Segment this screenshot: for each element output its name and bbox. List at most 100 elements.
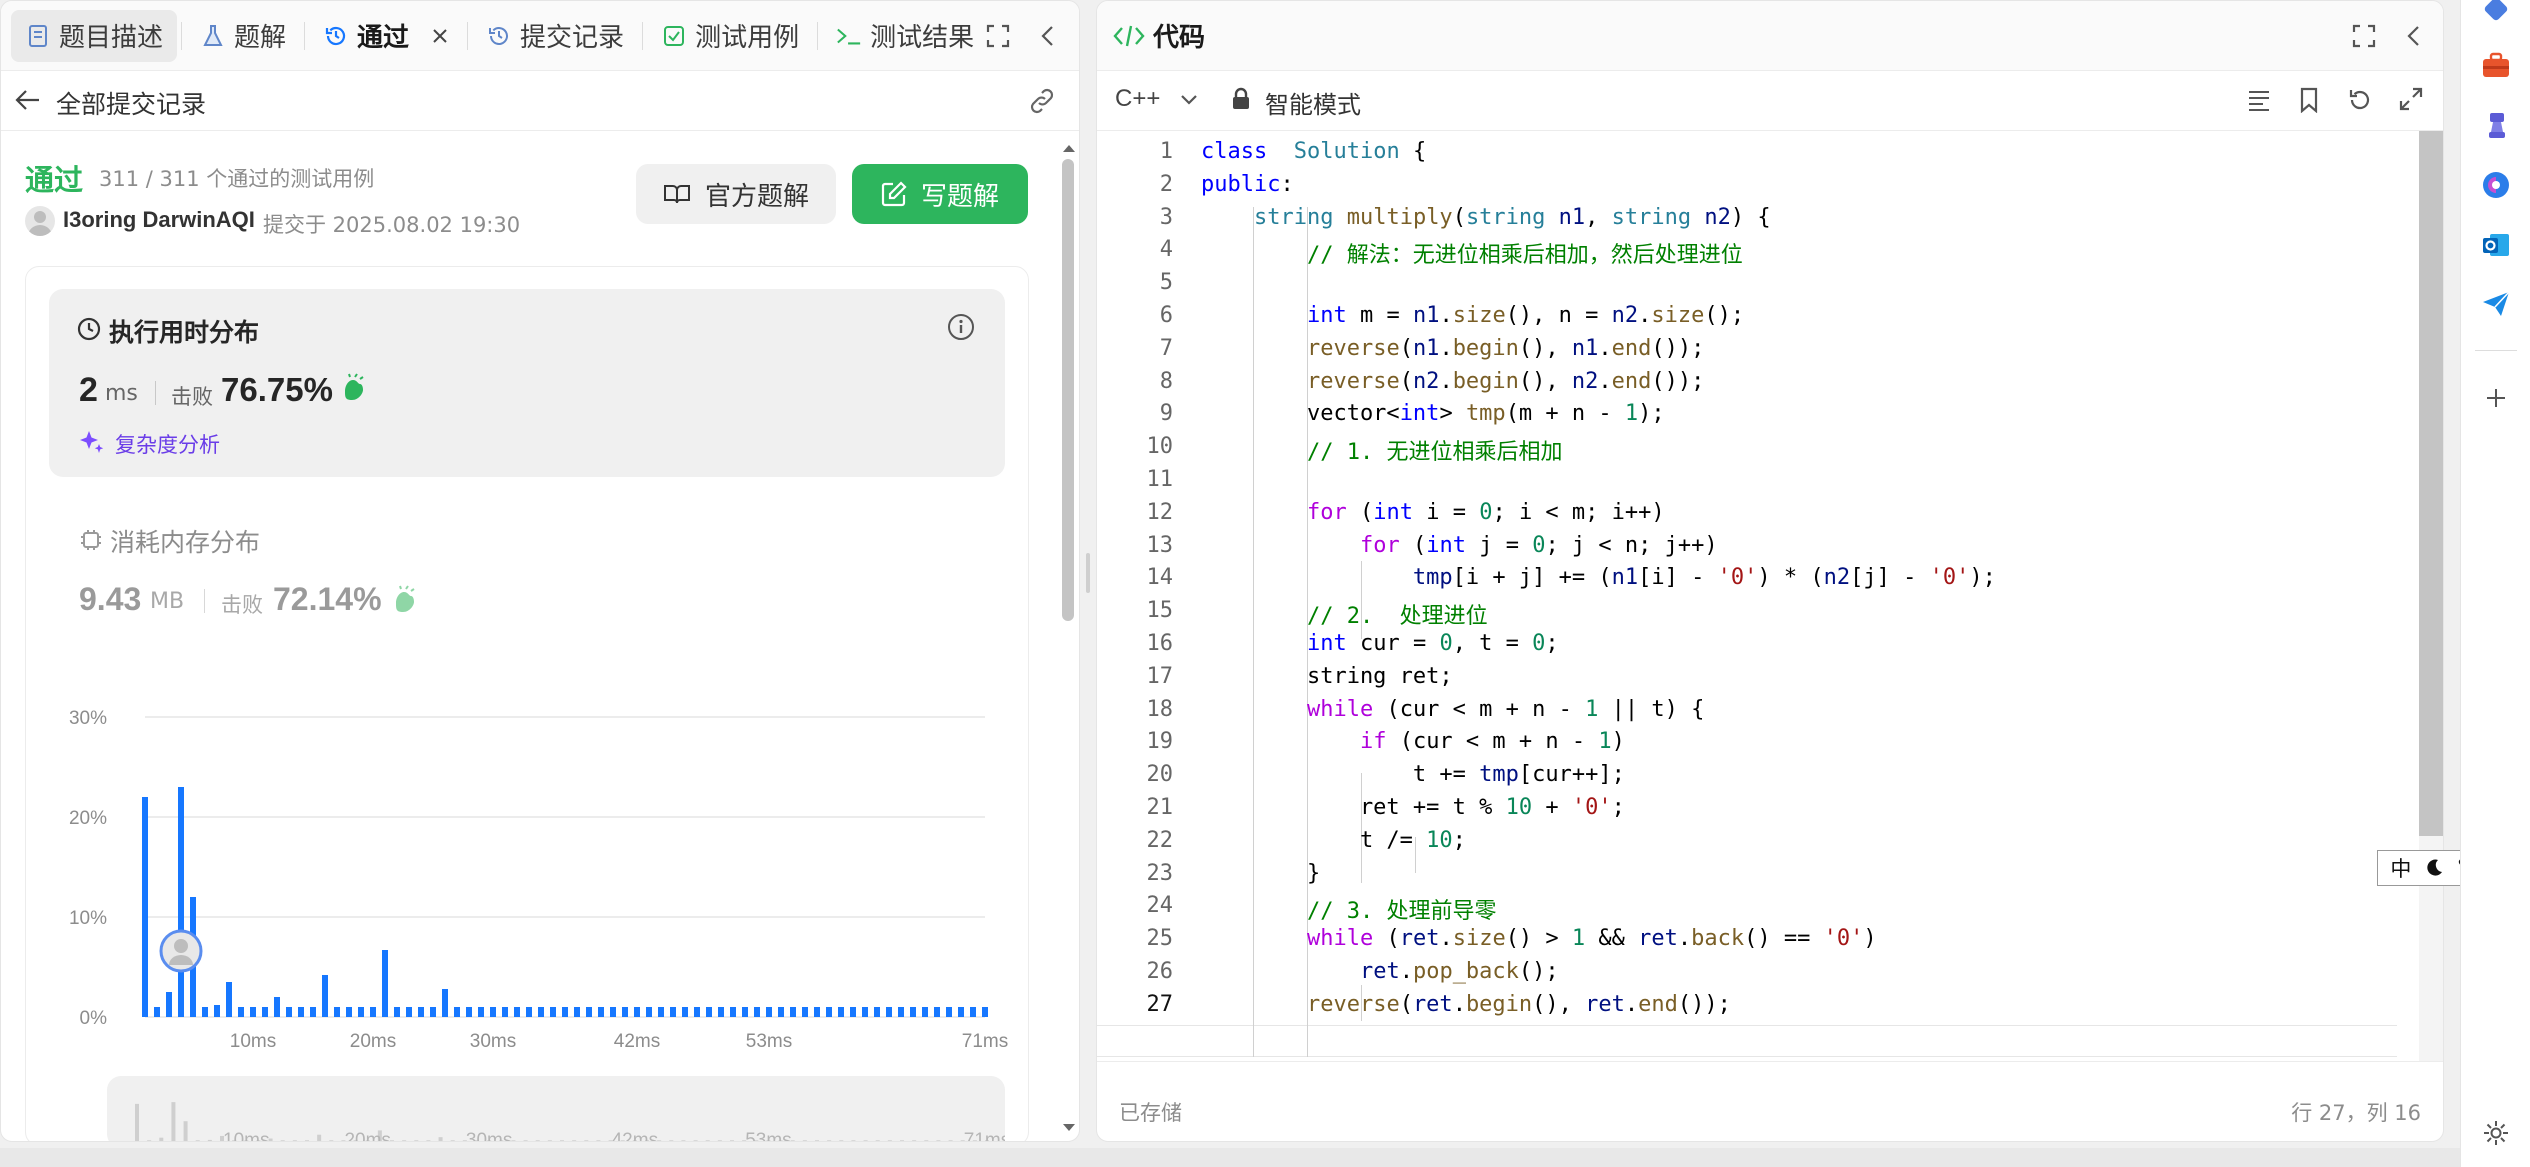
write-solution-button[interactable]: 写题解 <box>852 164 1028 224</box>
smart-mode-toggle[interactable]: 智能模式 <box>1265 85 1361 120</box>
line-number[interactable]: 3 <box>1097 205 1173 230</box>
code-line[interactable]: public: <box>1201 172 1294 197</box>
chart-bar[interactable] <box>178 787 184 1017</box>
code-line[interactable]: t /= 10; <box>1201 828 1466 853</box>
line-number[interactable]: 11 <box>1097 467 1174 492</box>
chart-bar[interactable] <box>634 1007 640 1017</box>
tab-description[interactable]: 题目描述 <box>11 9 178 62</box>
info-icon[interactable] <box>947 313 975 345</box>
chart-bar[interactable] <box>718 1007 724 1017</box>
chart-bar[interactable] <box>250 1007 256 1017</box>
chart-bar[interactable] <box>502 1007 508 1017</box>
chart-bar[interactable] <box>454 1007 460 1017</box>
chart-bar[interactable] <box>538 1007 544 1017</box>
chart-bar[interactable] <box>418 1007 424 1017</box>
left-scrollbar-thumb[interactable] <box>1062 159 1074 621</box>
chart-bar[interactable] <box>466 1007 472 1017</box>
chart-bar[interactable] <box>766 1007 772 1017</box>
chart-bar[interactable] <box>550 1007 556 1017</box>
briefcase-icon[interactable] <box>2481 52 2511 84</box>
chart-bar[interactable] <box>622 1007 628 1017</box>
reset-icon[interactable] <box>2347 87 2373 117</box>
chart-bar[interactable] <box>154 1007 160 1017</box>
chevron-down-icon[interactable] <box>1179 89 1199 113</box>
chart-bar[interactable] <box>526 1007 532 1017</box>
bookmark-icon[interactable] <box>2299 87 2319 117</box>
chart-bar[interactable] <box>574 1007 580 1017</box>
chart-bar[interactable] <box>958 1007 964 1017</box>
code-line[interactable]: class Solution { <box>1201 139 1426 164</box>
code-line[interactable]: string multiply(string n1, string n2) { <box>1201 205 1771 230</box>
line-number[interactable]: 13 <box>1097 533 1174 558</box>
code-line[interactable]: ret.pop_back(); <box>1201 959 1559 984</box>
chart-bar[interactable] <box>826 1007 832 1017</box>
add-icon[interactable] <box>2484 386 2508 414</box>
chart-bar[interactable] <box>598 1007 604 1017</box>
ime-language[interactable]: 中 <box>2390 853 2411 883</box>
line-number[interactable]: 27 <box>1097 992 1174 1017</box>
chart-bar[interactable] <box>586 1007 592 1017</box>
code-line[interactable]: for (int j = 0; j < n; j++) <box>1201 533 1718 558</box>
chart-bar[interactable] <box>202 1007 208 1017</box>
chart-bar[interactable] <box>238 1007 244 1017</box>
code-line[interactable]: // 解法：无进位相乘后相加，然后处理进位 <box>1201 237 1743 269</box>
collapse-chevron-icon[interactable] <box>2397 19 2431 53</box>
official-solution-button[interactable]: 官方题解 <box>636 164 836 224</box>
all-submissions-link[interactable]: 全部提交记录 <box>56 85 206 121</box>
code-line[interactable]: reverse(n2.begin(), n2.end()); <box>1201 369 1704 394</box>
tab-solution[interactable]: 题解 <box>186 10 300 62</box>
fullscreen-icon[interactable] <box>981 19 1015 53</box>
line-number[interactable]: 2 <box>1097 172 1173 197</box>
chart-bar[interactable] <box>754 1007 760 1017</box>
code-line[interactable]: } <box>1201 861 1320 886</box>
tab-submissions[interactable]: 提交记录 <box>472 10 638 62</box>
code-line[interactable]: string ret; <box>1201 664 1453 689</box>
code-line[interactable]: if (cur < m + n - 1) <box>1201 729 1625 754</box>
chart-bar[interactable] <box>910 1007 916 1017</box>
chart-bar[interactable] <box>934 1007 940 1017</box>
chart-bar[interactable] <box>898 1007 904 1017</box>
chart-bar[interactable] <box>346 1007 352 1017</box>
line-number[interactable]: 17 <box>1097 664 1174 689</box>
chart-bar[interactable] <box>334 1007 340 1017</box>
tab-testcases[interactable]: 测试用例 <box>647 10 813 62</box>
chart-bar[interactable] <box>790 1007 796 1017</box>
line-number[interactable]: 14 <box>1097 565 1174 590</box>
scroll-down-arrow[interactable] <box>1061 1119 1077 1138</box>
chart-bar[interactable] <box>946 1007 952 1017</box>
code-line[interactable]: vector<int> tmp(m + n - 1); <box>1201 401 1678 426</box>
chart-bar[interactable] <box>514 1007 520 1017</box>
line-number[interactable]: 12 <box>1097 500 1174 525</box>
chart-bar[interactable] <box>274 997 280 1017</box>
chart-bar[interactable] <box>394 1007 400 1017</box>
line-number[interactable]: 6 <box>1097 303 1173 328</box>
line-number[interactable]: 16 <box>1097 631 1174 656</box>
chart-bar[interactable] <box>730 1007 736 1017</box>
tab-testresult[interactable]: 测试结果 <box>822 10 988 62</box>
my-submission-avatar-marker[interactable] <box>159 929 203 973</box>
outlook-icon[interactable] <box>2481 230 2511 264</box>
line-number[interactable]: 23 <box>1097 861 1174 886</box>
link-icon[interactable] <box>1027 87 1057 119</box>
send-icon[interactable] <box>2481 290 2511 322</box>
chart-bar[interactable] <box>430 1007 436 1017</box>
chart-bar[interactable] <box>778 1007 784 1017</box>
line-number[interactable]: 22 <box>1097 828 1174 853</box>
line-number[interactable]: 10 <box>1097 434 1174 459</box>
moon-icon[interactable] <box>2424 858 2444 878</box>
chart-bar[interactable] <box>406 1007 412 1017</box>
chart-bar[interactable] <box>382 950 388 1017</box>
scroll-up-arrow[interactable] <box>1061 139 1077 158</box>
chart-bar[interactable] <box>478 1007 484 1017</box>
expand-icon[interactable] <box>2399 87 2423 115</box>
code-line[interactable]: while (ret.size() > 1 && ret.back() == '… <box>1201 926 1877 951</box>
code-line[interactable]: // 1. 无进位相乘后相加 <box>1201 434 1562 466</box>
line-number[interactable]: 15 <box>1097 598 1174 623</box>
chart-bar[interactable] <box>442 989 448 1017</box>
code-line[interactable]: int cur = 0, t = 0; <box>1201 631 1559 656</box>
panel-resize-handle[interactable] <box>1086 553 1090 593</box>
chart-bar[interactable] <box>682 1007 688 1017</box>
chart-bar[interactable] <box>610 1007 616 1017</box>
username[interactable]: I3oring DarwinAQI <box>63 207 255 233</box>
code-line[interactable]: reverse(ret.begin(), ret.end()); <box>1201 992 1731 1017</box>
